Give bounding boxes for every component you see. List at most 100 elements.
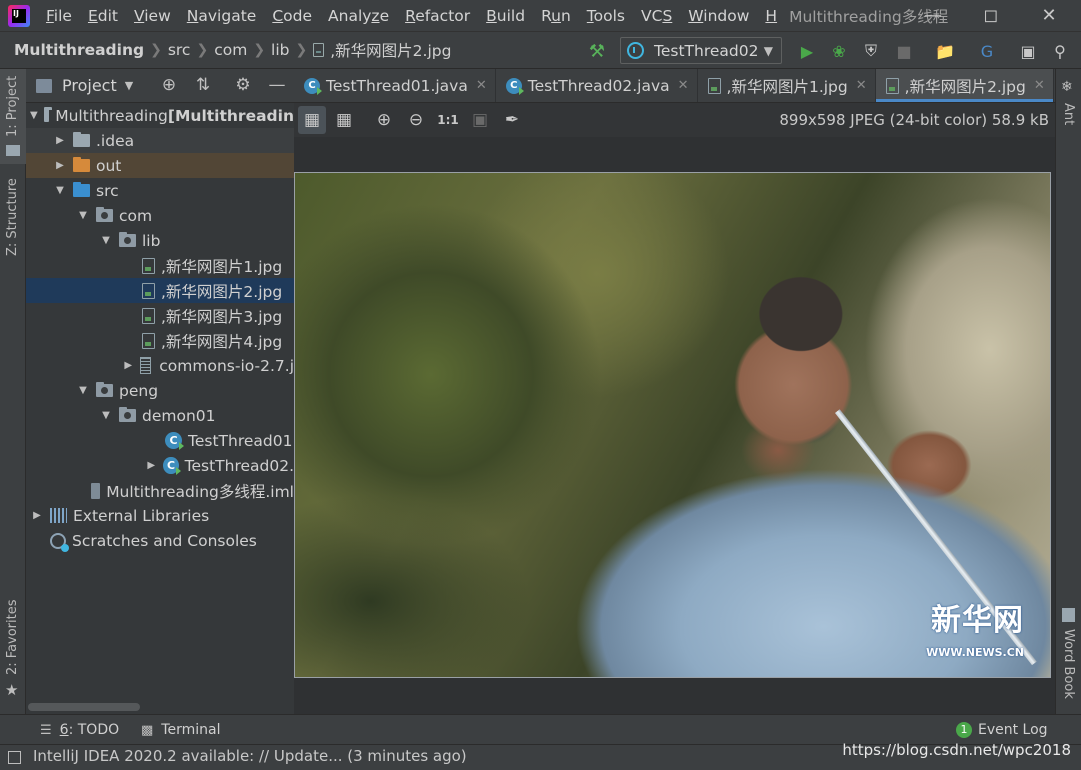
menu-item[interactable]: H [757, 7, 785, 25]
excluded-folder-icon [73, 157, 90, 172]
tree-node[interactable]: ,新华网图片4.jpg [26, 328, 294, 353]
close-tab-icon[interactable]: ✕ [476, 78, 487, 93]
editor-tab[interactable]: ,新华网图片2.jpg ✕ [875, 69, 1054, 102]
tree-node[interactable]: ▶ External Libraries [26, 503, 294, 528]
project-panel-title[interactable]: Project [62, 76, 117, 95]
project-structure-icon[interactable]: 📁 [934, 40, 956, 62]
translate-icon[interactable]: G [976, 40, 998, 62]
todo-tool-button[interactable]: ☰ 6: TODO [40, 722, 119, 738]
editor-tab[interactable]: ,新华网图片1.jpg ✕ [698, 69, 876, 102]
breadcrumb-com[interactable]: com [210, 41, 251, 59]
actual-size-button[interactable]: 1:1 [434, 106, 462, 134]
favorites-tool-label[interactable]: 2: Favorites [5, 599, 20, 675]
search-icon[interactable]: ⚲ [1049, 40, 1071, 62]
minimize-button[interactable]: — [904, 0, 962, 31]
tree-node[interactable]: ▼ com [26, 203, 294, 228]
tree-node[interactable]: ▼ lib [26, 228, 294, 253]
package-icon [96, 207, 113, 222]
debug-icon[interactable]: ❀ [828, 40, 850, 62]
collapsed-arrow-icon[interactable]: ▶ [145, 460, 157, 471]
project-tool-label[interactable]: 1: Project [5, 76, 20, 137]
tree-node[interactable]: ▶ commons-io-2.7.j [26, 353, 294, 378]
menu-item-text: VC [641, 6, 663, 25]
tree-node[interactable]: ▼ demon01 [26, 403, 294, 428]
color-picker-icon[interactable]: ✒ [498, 106, 526, 134]
status-message[interactable]: IntelliJ IDEA 2020.2 available: // Updat… [33, 747, 467, 765]
breadcrumb-lib[interactable]: lib [267, 41, 293, 59]
event-log-button[interactable]: 1 Event Log [956, 722, 1048, 738]
menu-item-text: e [379, 6, 390, 25]
expanded-arrow-icon[interactable]: ▼ [53, 185, 67, 196]
gear-icon[interactable]: ⚙ [233, 75, 253, 95]
menu-item[interactable]: Edit [80, 7, 126, 25]
menu-item[interactable]: View [126, 7, 179, 25]
expanded-arrow-icon[interactable]: ▼ [30, 110, 38, 121]
zoom-in-icon[interactable]: ⊕ [370, 106, 398, 134]
menu-item[interactable]: VCS [633, 7, 680, 25]
tree-node[interactable]: C TestThread01 [26, 428, 294, 453]
run-icon[interactable]: ▶ [796, 40, 818, 62]
tree-node[interactable]: Scratches and Consoles [26, 528, 294, 553]
tree-node[interactable]: ▼ peng [26, 378, 294, 403]
menu-item[interactable]: Refactor [397, 7, 478, 25]
editor-tab[interactable]: C TestThread01.java ✕ [294, 69, 496, 102]
menu-bar: IJ File Edit View Navigate Code Analyze Refact… [0, 0, 1081, 31]
wordbook-tool-label[interactable]: Word Book [1061, 629, 1076, 699]
menu-item[interactable]: Window [680, 7, 757, 25]
breadcrumb-src[interactable]: src [164, 41, 195, 59]
tree-node[interactable]: ,新华网图片2.jpg [26, 278, 294, 303]
collapsed-arrow-icon[interactable]: ▶ [53, 135, 67, 146]
tree-node-module-name: [Multithreadin [167, 106, 294, 125]
fit-zoom-icon[interactable]: ▣ [466, 106, 494, 134]
close-tab-icon[interactable]: ✕ [856, 78, 867, 93]
tree-node[interactable]: ▼ src [26, 178, 294, 203]
tree-node[interactable]: ▶ .idea [26, 128, 294, 153]
close-tab-icon[interactable]: ✕ [678, 78, 689, 93]
collapsed-arrow-icon[interactable]: ▶ [53, 160, 67, 171]
terminal-tool-button[interactable]: ▩ Terminal [141, 722, 220, 738]
menu-item[interactable]: Build [478, 7, 533, 25]
structure-tool-label[interactable]: Z: Structure [5, 178, 20, 256]
tree-node[interactable]: ,新华网图片3.jpg [26, 303, 294, 328]
tree-node[interactable]: ▶ out [26, 153, 294, 178]
chessboard-toggle-icon[interactable]: ▦ [298, 106, 326, 134]
expanded-arrow-icon[interactable]: ▼ [99, 410, 113, 421]
expanded-arrow-icon[interactable]: ▼ [76, 210, 90, 221]
tree-node[interactable]: ,新华网图片1.jpg [26, 253, 294, 278]
breadcrumb-project[interactable]: Multithreading [0, 41, 148, 59]
menu-item[interactable]: Analyze [320, 7, 397, 25]
presentation-icon[interactable]: ▣ [1017, 40, 1039, 62]
ant-tool-label[interactable]: Ant [1061, 103, 1076, 125]
close-tab-icon[interactable]: ✕ [1034, 78, 1045, 93]
coverage-icon[interactable]: ⛨ [860, 40, 882, 62]
close-window-button[interactable]: ✕ [1020, 0, 1078, 31]
breadcrumb-file[interactable]: ,新华网图片2.jpg [309, 39, 455, 61]
package-icon [119, 232, 136, 247]
tree-node[interactable]: ▶ C TestThread02. [26, 453, 294, 478]
tree-node[interactable]: Multithreading多线程.iml [26, 478, 294, 503]
collapse-all-icon[interactable]: ⇅ [193, 75, 213, 95]
collapsed-arrow-icon[interactable]: ▶ [30, 510, 44, 521]
chevron-down-icon[interactable]: ▼ [125, 79, 133, 92]
stop-icon[interactable]: ■ [893, 40, 915, 62]
menu-item[interactable]: Tools [579, 7, 633, 25]
menu-item[interactable]: Code [264, 7, 320, 25]
zoom-out-icon[interactable]: ⊖ [402, 106, 430, 134]
grid-toggle-icon[interactable]: ▦ [330, 106, 358, 134]
editor-tab[interactable]: C TestThread02.java ✕ [496, 69, 698, 102]
build-hammer-icon[interactable]: ⚒ [586, 40, 608, 62]
menu-item[interactable]: File [38, 7, 80, 25]
horizontal-scrollbar[interactable] [28, 703, 140, 711]
maximize-button[interactable]: ◻ [962, 0, 1020, 31]
expanded-arrow-icon[interactable]: ▼ [99, 235, 113, 246]
menu-item[interactable]: Run [533, 7, 579, 25]
run-configuration-select[interactable]: TestThread02 ▼ [620, 37, 782, 64]
menu-item[interactable]: Navigate [179, 7, 265, 25]
collapsed-arrow-icon[interactable]: ▶ [122, 360, 134, 371]
todo-label: : TODO [68, 722, 120, 738]
tree-node[interactable]: ▼ Multithreading [Multithreadin [26, 103, 294, 128]
expanded-arrow-icon[interactable]: ▼ [76, 385, 90, 396]
locate-file-icon[interactable]: ⊕ [159, 75, 179, 95]
toggle-tool-windows-icon[interactable] [8, 751, 21, 764]
hide-panel-icon[interactable]: — [267, 75, 287, 95]
